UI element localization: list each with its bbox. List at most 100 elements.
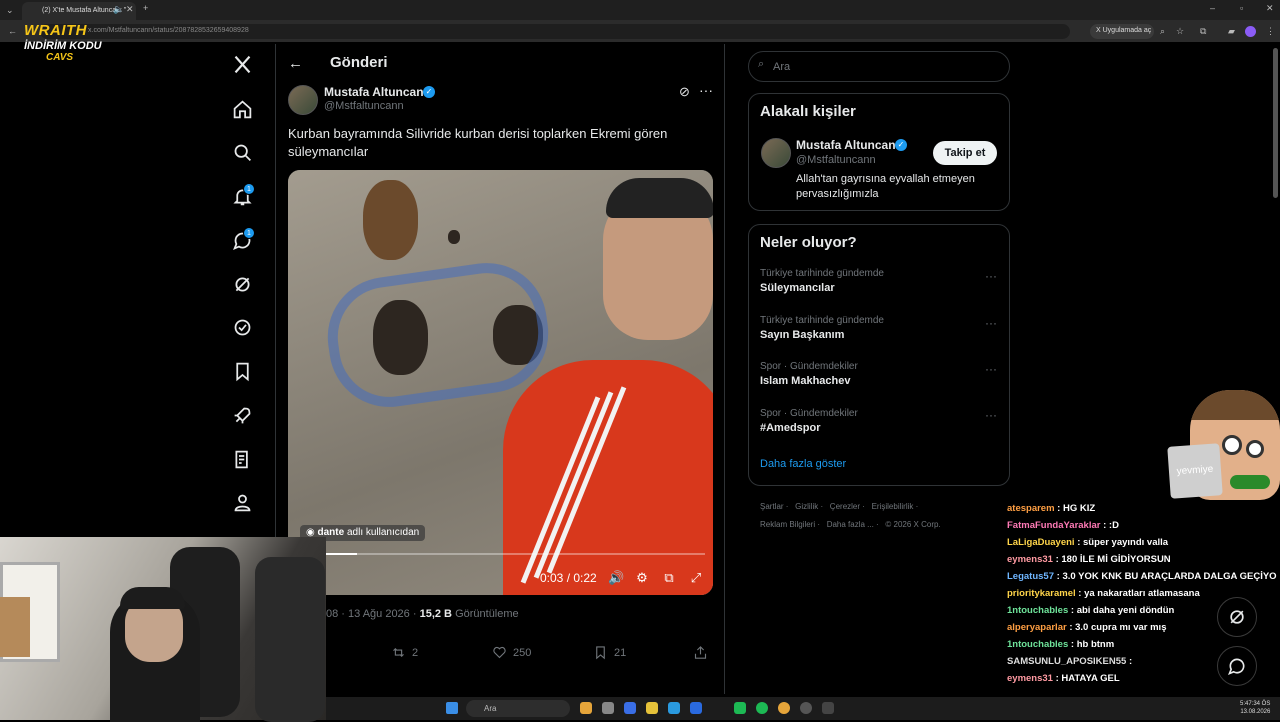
trend-more-icon[interactable]: ··· bbox=[985, 269, 997, 283]
retweet-button[interactable]: 2 bbox=[391, 645, 418, 660]
chat-text: : abi daha yeni döndün bbox=[1070, 605, 1175, 616]
column-divider bbox=[724, 44, 725, 694]
footer-link[interactable]: Şartlar bbox=[760, 502, 784, 511]
trend-name: Süleymancılar bbox=[760, 282, 835, 294]
x-logo-icon[interactable] bbox=[231, 53, 253, 75]
chat-message: Legatus57 : 3.0 YOK KNK BU ARAÇLARDA DAL… bbox=[1007, 571, 1277, 582]
browser-menu-icon[interactable]: ⋮ bbox=[1266, 26, 1275, 37]
trend-more-icon[interactable]: ··· bbox=[985, 362, 997, 376]
back-arrow-icon[interactable]: ← bbox=[288, 55, 303, 72]
app-icon[interactable] bbox=[822, 702, 834, 714]
messages-fab[interactable] bbox=[1217, 646, 1257, 686]
chat-message: 1ntouchables : abi daha yeni döndün bbox=[1007, 605, 1174, 616]
maximize-icon[interactable]: ▫ bbox=[1240, 3, 1243, 13]
app-icon[interactable] bbox=[690, 702, 702, 714]
open-in-app-button[interactable]: X Uygulamada aç bbox=[1090, 24, 1154, 39]
trend-context: Türkiye tarihinde gündemde bbox=[760, 268, 884, 279]
chat-username[interactable]: prioritykaramel bbox=[1007, 588, 1076, 599]
app-icon[interactable] bbox=[602, 702, 614, 714]
footer-link[interactable]: Reklam Bilgileri bbox=[760, 520, 815, 529]
search-icon[interactable] bbox=[231, 141, 253, 163]
verified-badge-icon: ✓ bbox=[423, 86, 435, 98]
video-progress-track[interactable] bbox=[300, 553, 705, 555]
extensions-icon[interactable]: ⧉ bbox=[1200, 26, 1206, 37]
trend-more-icon[interactable]: ··· bbox=[985, 316, 997, 330]
fullscreen-icon[interactable]: ⤢ bbox=[689, 570, 703, 585]
bookmark-button[interactable]: 21 bbox=[593, 645, 626, 660]
new-tab-icon[interactable]: + bbox=[143, 3, 148, 13]
tab-menu-icon[interactable]: ⌄ bbox=[6, 5, 14, 16]
trend-name: Islam Makhachev bbox=[760, 375, 851, 387]
address-bar[interactable]: x.com/Mstfaltuncann/status/2087828532659… bbox=[40, 24, 1070, 39]
like-button[interactable]: 250 bbox=[492, 645, 531, 660]
related-handle[interactable]: @Mstfaltuncann bbox=[796, 154, 876, 166]
extension-icon[interactable]: ▰ bbox=[1228, 26, 1235, 37]
app-icon[interactable] bbox=[624, 702, 636, 714]
back-icon[interactable]: ← bbox=[8, 26, 17, 36]
chat-username[interactable]: atesparem bbox=[1007, 503, 1055, 514]
settings-gear-icon[interactable]: ⚙ bbox=[635, 570, 649, 585]
more-options-icon[interactable]: ··· bbox=[699, 82, 713, 98]
window-close-icon[interactable]: ✕ bbox=[1266, 3, 1274, 14]
share-button[interactable] bbox=[693, 645, 708, 660]
pip-icon[interactable]: ⧉ bbox=[662, 570, 676, 585]
chat-username[interactable]: SAMSUNLU_APOSIKEN55 bbox=[1007, 656, 1126, 667]
chat-username[interactable]: FatmaFundaYaraklar bbox=[1007, 520, 1100, 531]
trend-item[interactable]: Türkiye tarihinde gündemde Süleymancılar bbox=[760, 268, 884, 294]
chrome-icon[interactable] bbox=[580, 702, 592, 714]
home-icon[interactable] bbox=[231, 98, 253, 120]
related-name[interactable]: Mustafa Altuncan bbox=[796, 138, 896, 152]
profile-avatar[interactable] bbox=[1245, 26, 1256, 37]
footer-link[interactable]: Gizlilik bbox=[795, 502, 818, 511]
footer-link[interactable]: Erişilebilirlik bbox=[872, 502, 914, 511]
profile-icon[interactable] bbox=[231, 491, 253, 513]
tab-audio-icon[interactable]: 🔈 bbox=[113, 4, 124, 15]
app-icon[interactable] bbox=[668, 702, 680, 714]
scrollbar[interactable] bbox=[1273, 48, 1278, 198]
post-timestamp[interactable]: 08 · 13 Ağu 2026 · bbox=[326, 608, 417, 620]
grok-explain-icon[interactable]: ⊘ bbox=[679, 84, 690, 100]
author-avatar[interactable] bbox=[288, 85, 318, 115]
bookmarks-icon[interactable] bbox=[231, 360, 253, 382]
follow-button[interactable]: Takip et bbox=[933, 141, 997, 165]
chat-username[interactable]: eymens31 bbox=[1007, 673, 1053, 684]
bookmark-star-icon[interactable]: ☆ bbox=[1176, 26, 1184, 37]
grok-icon[interactable] bbox=[231, 273, 253, 295]
chat-text: : 3.0 cupra mı var mış bbox=[1069, 622, 1167, 633]
spotify-icon[interactable] bbox=[734, 702, 746, 714]
trend-item[interactable]: Türkiye tarihinde gündemde Sayın Başkanı… bbox=[760, 315, 884, 341]
zoom-icon[interactable]: ⌕ bbox=[1160, 26, 1165, 37]
app-icon[interactable] bbox=[800, 702, 812, 714]
footer-link[interactable]: Daha fazla ... bbox=[827, 520, 874, 529]
volume-icon[interactable]: 🔊 bbox=[608, 570, 624, 585]
folder-icon[interactable] bbox=[646, 702, 658, 714]
chat-username[interactable]: eymens31 bbox=[1007, 554, 1053, 565]
trend-item[interactable]: Spor · Gündemdekiler #Amedspor bbox=[760, 408, 858, 434]
trend-more-icon[interactable]: ··· bbox=[985, 408, 997, 422]
trend-item[interactable]: Spor · Gündemdekiler Islam Makhachev bbox=[760, 361, 858, 387]
chat-username[interactable]: 1ntouchables bbox=[1007, 639, 1068, 650]
jobs-rocket-icon[interactable] bbox=[231, 404, 253, 426]
chat-message: FatmaFundaYaraklar : :D bbox=[1007, 520, 1119, 531]
chat-username[interactable]: LaLigaDuayeni bbox=[1007, 537, 1075, 548]
footer-link[interactable]: Çerezler bbox=[830, 502, 860, 511]
articles-icon[interactable] bbox=[231, 448, 253, 470]
grok-fab[interactable] bbox=[1217, 597, 1257, 637]
minimize-icon[interactable]: – bbox=[1210, 3, 1215, 13]
chat-username[interactable]: alperyaparlar bbox=[1007, 622, 1067, 633]
related-avatar[interactable] bbox=[761, 138, 791, 168]
author-handle[interactable]: @Mstfaltuncann bbox=[324, 100, 404, 112]
chat-username[interactable]: Legatus57 bbox=[1007, 571, 1054, 582]
search-input[interactable]: Ara bbox=[748, 51, 1010, 82]
app-icon[interactable] bbox=[756, 702, 768, 714]
taskbar-search[interactable]: Ara bbox=[466, 700, 570, 717]
start-icon[interactable] bbox=[446, 702, 458, 714]
author-name[interactable]: Mustafa Altuncan bbox=[324, 85, 424, 99]
footer-copyright: © 2026 X Corp. bbox=[885, 520, 941, 529]
chat-username[interactable]: 1ntouchables bbox=[1007, 605, 1068, 616]
tab-close-icon[interactable]: ✕ bbox=[126, 4, 134, 15]
verified-orgs-icon[interactable] bbox=[231, 316, 253, 338]
show-more-link[interactable]: Daha fazla göster bbox=[760, 458, 846, 470]
taskbar-clock[interactable]: 5:47:34 ÖS 13.08.2026 bbox=[1240, 700, 1270, 716]
app-icon[interactable] bbox=[778, 702, 790, 714]
